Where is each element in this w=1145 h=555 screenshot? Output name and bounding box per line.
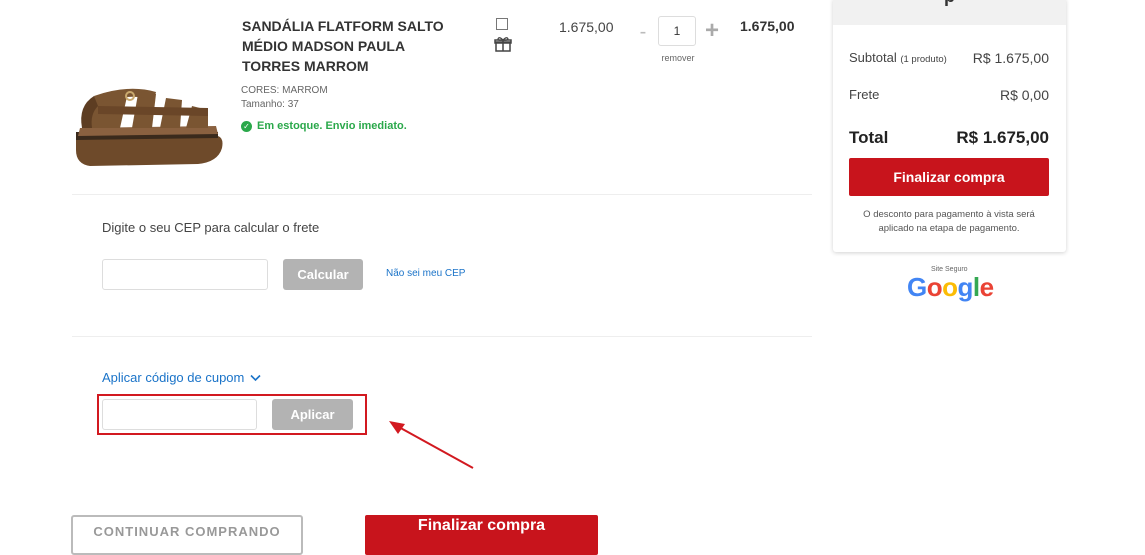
product-image[interactable] [68, 10, 228, 180]
shipping-cost-label: Frete [849, 87, 880, 102]
payment-disclaimer: O desconto para pagamento à vista será a… [863, 209, 1035, 234]
divider [72, 194, 812, 195]
google-safe-site-badge: Site Seguro Google [905, 266, 995, 302]
product-name[interactable]: SANDÁLIA FLATFORM SALTO MÉDIO MADSON PAU… [242, 16, 462, 76]
quantity-increase-button[interactable]: + [702, 17, 722, 45]
unknown-cep-link[interactable]: Não sei meu CEP [386, 268, 465, 279]
subtotal-value: R$ 1.675,00 [972, 50, 1049, 66]
product-size: Tamanho: 37 [241, 99, 299, 110]
coupon-toggle-label: Aplicar código de cupom [102, 370, 245, 385]
gift-wrap-checkbox[interactable] [496, 18, 508, 30]
shipping-label: Digite o seu CEP para calcular o frete [102, 220, 320, 235]
unit-price: 1.675,00 [559, 19, 614, 35]
remove-item-link[interactable]: remover [650, 53, 706, 63]
product-color: CORES: MARROM [241, 85, 328, 96]
subtotal-label-text: Subtotal [849, 50, 897, 65]
stock-status-text: Em estoque. Envio imediato. [257, 120, 407, 132]
continue-shopping-button[interactable]: CONTINUAR COMPRANDO [71, 515, 303, 555]
quantity-input[interactable]: 1 [658, 16, 696, 46]
line-total: 1.675,00 [740, 18, 795, 34]
quantity-decrease-button[interactable]: - [634, 22, 652, 42]
annotation-highlight-box [97, 394, 367, 435]
cep-input[interactable] [102, 259, 268, 290]
total-value: R$ 1.675,00 [956, 128, 1049, 147]
bottom-checkout-button[interactable]: Finalizar compra [365, 515, 598, 555]
google-logo-text: Google [907, 272, 994, 302]
chevron-down-icon [250, 374, 261, 381]
order-summary-title: p [833, 0, 1066, 7]
annotation-arrow-icon [389, 421, 474, 469]
check-circle-icon: ✓ [241, 120, 252, 132]
total-label: Total [849, 128, 889, 147]
stock-status: ✓ Em estoque. Envio imediato. [241, 120, 407, 132]
coupon-toggle[interactable]: Aplicar código de cupom [102, 370, 261, 385]
calculate-shipping-button[interactable]: Calcular [283, 259, 363, 290]
divider [72, 336, 812, 337]
shipping-cost-value: R$ 0,00 [999, 87, 1049, 103]
checkout-button[interactable]: Finalizar compra [849, 158, 1049, 196]
gift-icon [494, 36, 512, 52]
